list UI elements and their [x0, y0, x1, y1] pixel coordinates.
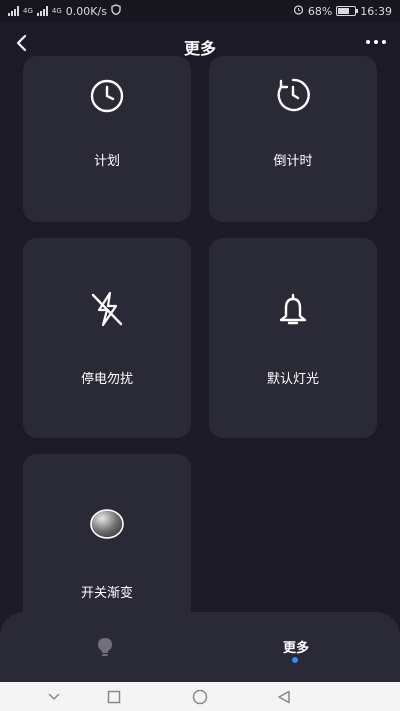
card-schedule[interactable]: 计划 — [23, 56, 191, 222]
card-label: 开关渐变 — [80, 586, 133, 601]
battery-percent: 68% — [307, 4, 333, 18]
bell-icon — [209, 292, 377, 326]
more-menu-button[interactable] — [366, 34, 386, 50]
card-default-light[interactable]: 默认灯光 — [209, 238, 377, 438]
network-type-1: 4G — [23, 7, 33, 15]
chevron-down-icon — [48, 693, 60, 701]
battery-fill — [338, 8, 350, 14]
card-label: 默认灯光 — [266, 372, 319, 387]
battery-icon — [336, 6, 359, 16]
active-tab-indicator — [292, 657, 298, 663]
status-left: 4G 4G 0.00K/s — [8, 4, 121, 18]
clock-icon — [23, 78, 191, 114]
power-off-icon — [23, 290, 191, 328]
signal-icon-2 — [36, 6, 48, 16]
card-countdown[interactable]: 倒计时 — [209, 56, 377, 222]
status-right: 68% 16:39 — [293, 4, 392, 18]
dot-icon — [366, 40, 370, 44]
card-label: 停电勿扰 — [80, 372, 133, 387]
square-icon — [107, 690, 121, 704]
gradient-ball-icon — [23, 508, 191, 540]
card-label: 倒计时 — [273, 154, 313, 169]
network-type-2: 4G — [51, 7, 62, 15]
tab-more[interactable]: 更多 — [274, 637, 318, 656]
dot-icon — [382, 40, 386, 44]
system-nav-bar — [0, 682, 400, 711]
back-nav-button[interactable] — [274, 687, 294, 707]
status-bar: 4G 4G 0.00K/s 68% 16:39 — [0, 0, 400, 22]
clock-time: 16:39 — [360, 4, 392, 18]
triangle-back-icon — [278, 690, 290, 704]
home-button[interactable] — [190, 687, 210, 707]
countdown-icon — [209, 76, 377, 114]
circle-icon — [192, 689, 208, 705]
dot-icon — [374, 40, 378, 44]
hide-keyboard-button[interactable] — [44, 687, 64, 707]
signal-icon — [8, 6, 19, 16]
bottom-tab-bar: 更多 — [0, 612, 400, 682]
alarm-icon — [293, 4, 304, 18]
card-label: 计划 — [93, 154, 120, 169]
shield-icon — [111, 4, 121, 18]
card-switch-fade[interactable]: 开关渐变 — [23, 454, 191, 624]
bulb-icon — [98, 638, 112, 656]
recents-button[interactable] — [104, 687, 124, 707]
network-speed: 0.00K/s — [65, 4, 107, 18]
card-power-off-no-disturb[interactable]: 停电勿扰 — [23, 238, 191, 438]
tab-light[interactable] — [96, 636, 114, 662]
